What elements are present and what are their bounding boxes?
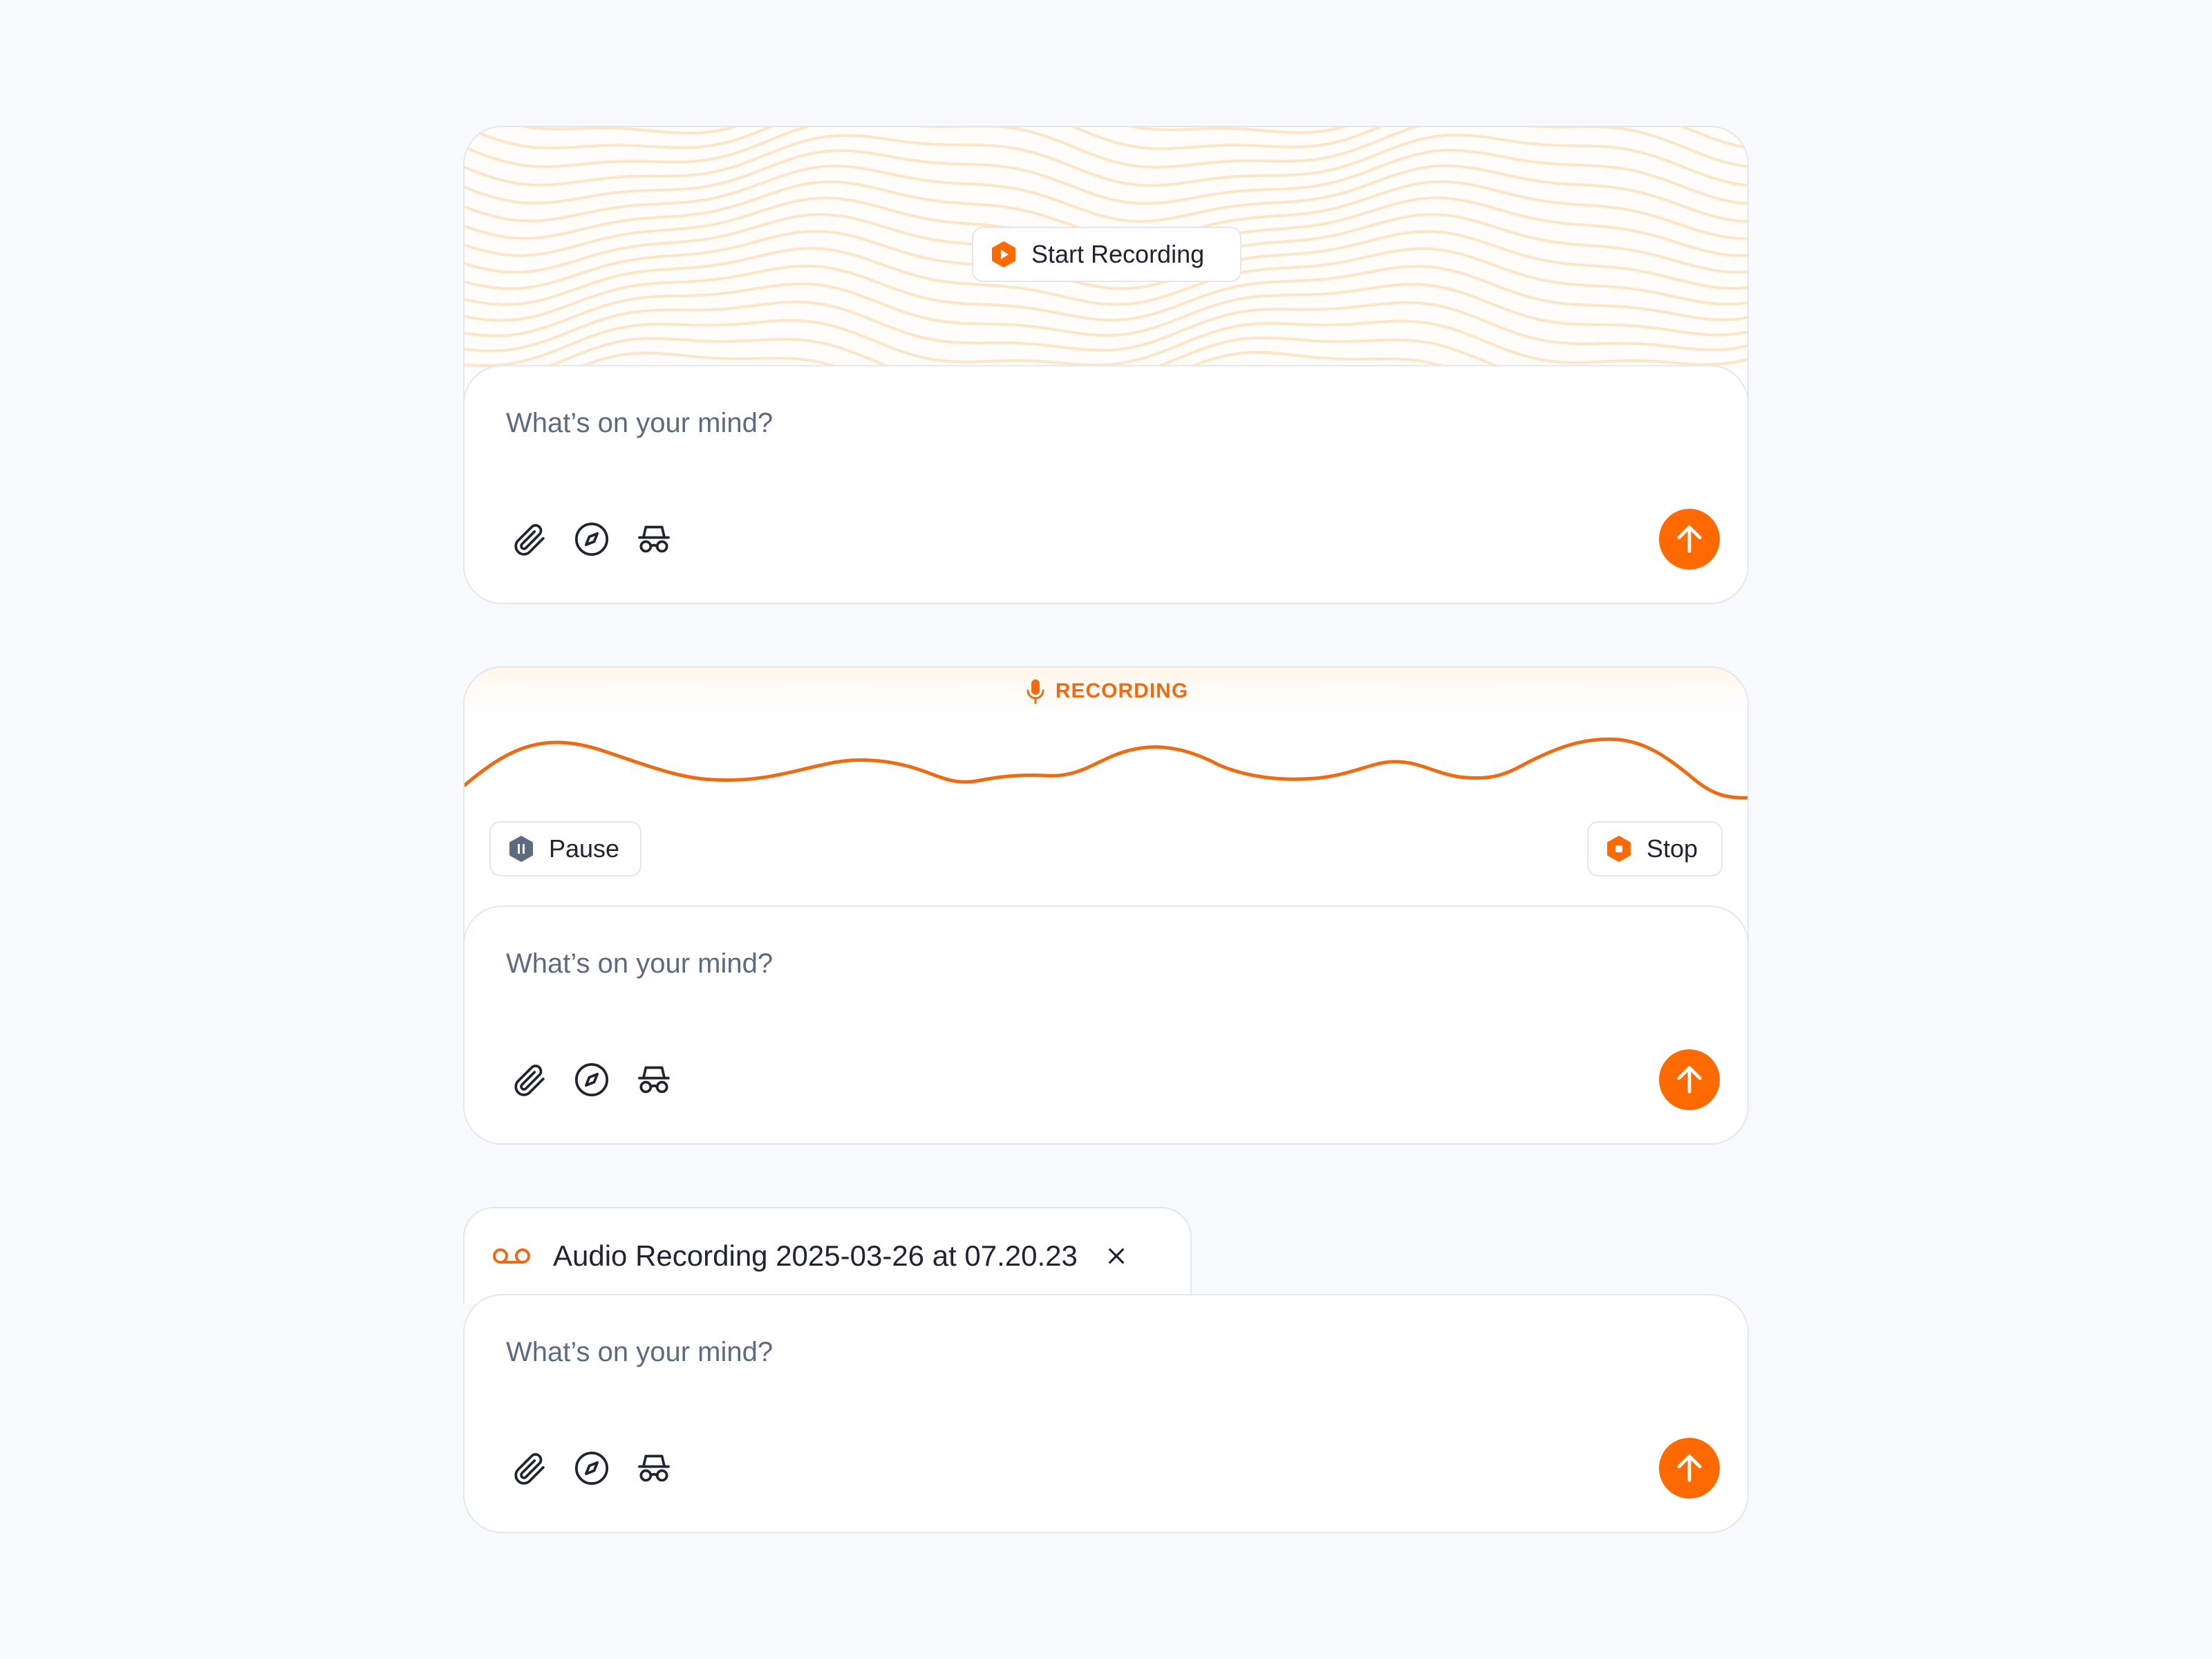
incognito-button[interactable] — [633, 1059, 675, 1100]
prompt-input[interactable] — [506, 941, 1474, 986]
incognito-icon — [638, 1066, 670, 1094]
arrow-up-icon — [1677, 1454, 1702, 1482]
composer — [465, 365, 1747, 603]
explore-button[interactable] — [571, 518, 612, 560]
pause-label: Pause — [549, 834, 620, 863]
hexagon-pause-icon — [509, 836, 533, 862]
pause-button[interactable]: Pause — [489, 821, 641, 877]
incognito-button[interactable] — [633, 1447, 675, 1489]
voicemail-icon — [493, 1248, 530, 1264]
send-button[interactable] — [1659, 509, 1720, 570]
microphone-icon — [1027, 679, 1044, 704]
recording-label: RECORDING — [1055, 679, 1189, 702]
arrow-up-icon — [1677, 525, 1702, 553]
explore-button[interactable] — [571, 1447, 612, 1489]
compass-icon — [574, 522, 609, 556]
prompt-input[interactable] — [506, 401, 1474, 445]
attach-file-button[interactable] — [509, 1059, 550, 1100]
stop-label: Stop — [1647, 834, 1698, 863]
start-recording-label: Start Recording — [1031, 240, 1205, 268]
wave-pattern-line — [465, 300, 1747, 353]
paperclip-icon — [514, 524, 545, 556]
attach-file-button[interactable] — [509, 1447, 550, 1489]
attachment-name: Audio Recording 2025-03-26 at 07.20.23 — [553, 1239, 1078, 1272]
wave-pattern-line — [465, 164, 1747, 223]
send-button[interactable] — [1659, 1049, 1720, 1110]
paperclip-icon — [514, 1453, 545, 1485]
idle-recorder-card: Start Recording — [463, 126, 1749, 604]
hexagon-stop-icon — [1607, 836, 1631, 862]
incognito-button[interactable] — [633, 518, 675, 560]
hexagon-play-icon — [992, 241, 1015, 268]
audio-attachment: Audio Recording 2025-03-26 at 07.20.23 — [463, 1207, 1192, 1304]
attach-file-button[interactable] — [509, 518, 550, 560]
recording-card: RECORDING Pause Stop — [463, 666, 1749, 1145]
compass-icon — [574, 1451, 609, 1485]
stop-button[interactable]: Stop — [1587, 821, 1723, 877]
start-recording-button[interactable]: Start Recording — [972, 227, 1241, 282]
composer — [465, 906, 1747, 1143]
explore-button[interactable] — [571, 1059, 612, 1100]
send-button[interactable] — [1659, 1438, 1720, 1499]
arrow-up-icon — [1677, 1066, 1702, 1094]
close-icon — [1108, 1248, 1124, 1264]
audio-waveform — [465, 737, 1747, 800]
incognito-icon — [638, 1454, 670, 1482]
paperclip-icon — [514, 1065, 545, 1096]
incognito-icon — [638, 525, 670, 553]
remove-attachment-button[interactable] — [1101, 1241, 1132, 1271]
prompt-input[interactable] — [506, 1330, 1474, 1374]
composer — [463, 1294, 1749, 1533]
recording-status: RECORDING — [465, 668, 1747, 715]
compass-icon — [574, 1062, 609, 1097]
